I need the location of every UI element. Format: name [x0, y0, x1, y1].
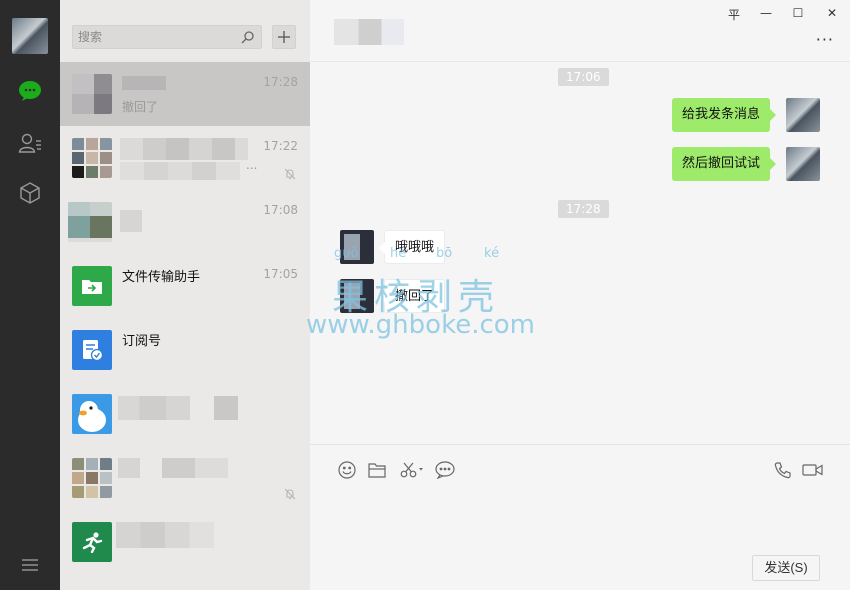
chat-item[interactable]: 17:08: [60, 190, 310, 254]
watermark-pinyin-syllable: ké: [484, 246, 500, 261]
send-button[interactable]: 发送(S): [752, 555, 820, 581]
chat-icon[interactable]: [17, 78, 43, 104]
close-icon[interactable]: ✕: [822, 6, 842, 20]
nav-rail: [0, 0, 60, 590]
conversation-pane: 平 — ☐ ✕ ··· 17:06 给我发条消息 然后撤回试试 17:28 哦哦…: [306, 0, 850, 590]
chat-time: 17:28: [263, 75, 298, 89]
timestamp: 17:28: [558, 200, 609, 218]
conversation-header: 平 — ☐ ✕ ···: [310, 0, 850, 62]
pin-icon[interactable]: 平: [724, 6, 744, 23]
chat-time: 17:22: [263, 139, 298, 153]
favorites-icon[interactable]: [17, 180, 43, 206]
mute-icon: [284, 488, 296, 504]
avatar: [72, 522, 112, 562]
maximize-icon[interactable]: ☐: [788, 6, 808, 20]
screenshot-icon[interactable]: [398, 459, 428, 481]
menu-icon[interactable]: [17, 552, 43, 578]
conversation-title: [334, 19, 404, 45]
composer: 发送(S): [310, 444, 850, 590]
my-message-avatar[interactable]: [786, 147, 820, 181]
contacts-icon[interactable]: [17, 130, 43, 156]
video-call-icon[interactable]: [800, 459, 826, 481]
search-icon[interactable]: [241, 30, 255, 48]
contact-message-avatar[interactable]: [340, 279, 374, 313]
avatar: [72, 74, 112, 114]
contact-message-avatar[interactable]: [340, 230, 374, 264]
duck-icon: [72, 394, 112, 434]
incoming-message[interactable]: 哦哦哦: [378, 230, 446, 264]
chat-preview: ...: [246, 158, 258, 172]
folder-icon: [82, 280, 102, 294]
chat-time: 17:05: [263, 267, 298, 281]
chat-name: 文件传输助手: [122, 270, 201, 285]
chat-item[interactable]: [60, 382, 310, 446]
subscriptions-icon: [83, 340, 104, 362]
outgoing-message[interactable]: 然后撤回试试: [672, 147, 777, 181]
group-avatar: [72, 458, 112, 498]
voice-call-icon[interactable]: [772, 459, 794, 481]
my-message-avatar[interactable]: [786, 98, 820, 132]
add-button[interactable]: [272, 25, 296, 49]
emoji-icon[interactable]: [336, 459, 358, 481]
plus-icon: [278, 31, 290, 43]
mute-icon: [284, 168, 296, 184]
minimize-icon[interactable]: —: [756, 6, 776, 20]
more-icon[interactable]: ···: [816, 30, 834, 49]
incoming-message[interactable]: 撤回了: [378, 279, 446, 313]
chat-item[interactable]: ... 17:22: [60, 126, 310, 190]
chat-item[interactable]: 文件传输助手 17:05: [60, 254, 310, 318]
chat-list-pane: 撤回了 17:28 ... 17:22: [60, 0, 310, 590]
chat-list: 撤回了 17:28 ... 17:22 17:08 文件传输助手 17:05 订…: [60, 62, 310, 574]
watermark-url: www.ghboke.com: [306, 310, 535, 340]
chat-preview: 撤回了: [122, 100, 159, 114]
chat-item[interactable]: [60, 446, 310, 510]
outgoing-message[interactable]: 给我发条消息: [672, 98, 777, 132]
chat-item[interactable]: [60, 510, 310, 574]
my-avatar[interactable]: [12, 18, 48, 54]
search-box[interactable]: [72, 25, 262, 49]
chat-name: 订阅号: [122, 334, 162, 349]
file-transfer-avatar: [72, 266, 112, 306]
search-input[interactable]: [78, 30, 228, 44]
subscriptions-avatar: [72, 330, 112, 370]
chat-history-icon[interactable]: [434, 459, 456, 481]
chat-item[interactable]: 订阅号: [60, 318, 310, 382]
group-avatar: [72, 138, 112, 178]
chat-item[interactable]: 撤回了 17:28: [60, 62, 310, 126]
avatar: [72, 394, 112, 434]
runner-icon: [82, 532, 103, 553]
avatar: [68, 202, 112, 242]
timestamp: 17:06: [558, 68, 609, 86]
folder-icon[interactable]: [366, 459, 388, 481]
chat-time: 17:08: [263, 203, 298, 217]
